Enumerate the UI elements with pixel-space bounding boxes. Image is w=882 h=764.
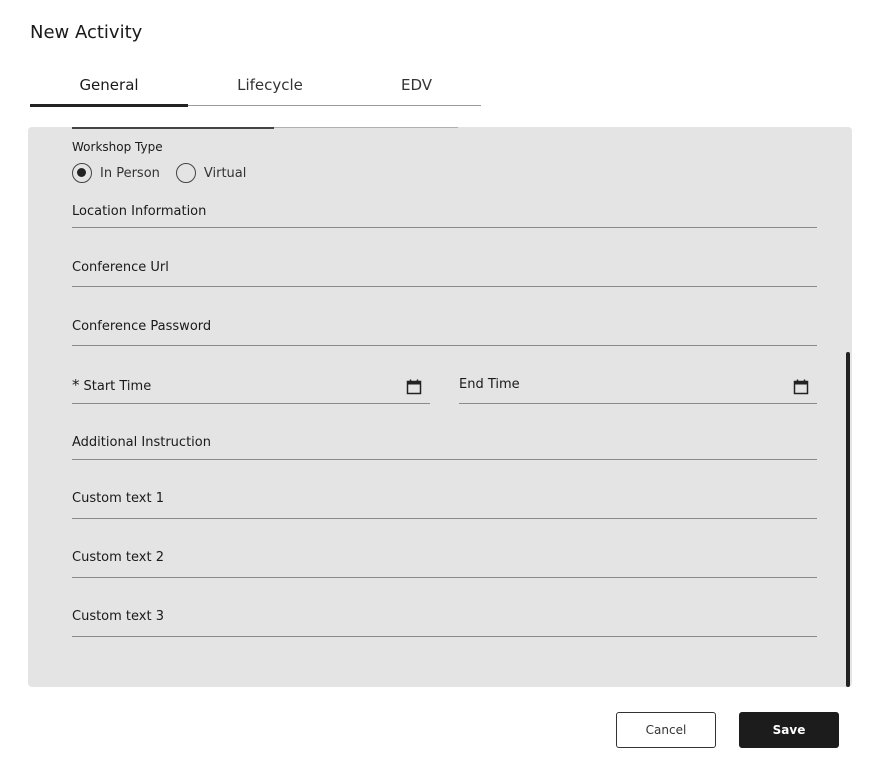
- custom-text-1-field[interactable]: Custom text 1: [72, 486, 817, 519]
- save-button[interactable]: Save: [739, 712, 839, 748]
- start-time-field[interactable]: * Start Time: [72, 372, 430, 404]
- conference-password-field[interactable]: Conference Password: [72, 313, 817, 346]
- tab-bar: General Lifecycle EDV: [30, 70, 481, 107]
- tab-lifecycle[interactable]: Lifecycle: [188, 70, 352, 105]
- end-time-field[interactable]: End Time: [459, 372, 817, 404]
- panel-scrollbar[interactable]: [846, 352, 850, 687]
- workshop-type-label: Workshop Type: [72, 140, 163, 154]
- start-time-placeholder: * Start Time: [72, 376, 151, 394]
- dialog-title: New Activity: [30, 22, 143, 43]
- start-time-label: Start Time: [83, 379, 152, 394]
- location-information-placeholder: Location Information: [72, 204, 207, 219]
- required-asterisk: *: [72, 376, 80, 394]
- additional-instruction-placeholder: Additional Instruction: [72, 435, 211, 450]
- conference-url-field[interactable]: Conference Url: [72, 254, 817, 287]
- radio-virtual[interactable]: Virtual: [175, 163, 247, 183]
- conference-password-placeholder: Conference Password: [72, 319, 212, 334]
- radio-unchecked-icon: [175, 163, 196, 183]
- custom-text-2-field[interactable]: Custom text 2: [72, 545, 817, 578]
- custom-text-3-field[interactable]: Custom text 3: [72, 604, 817, 637]
- end-time-placeholder: End Time: [459, 377, 520, 392]
- scrolled-field-underline-active: [72, 127, 274, 129]
- custom-text-3-placeholder: Custom text 3: [72, 609, 164, 624]
- custom-text-2-placeholder: Custom text 2: [72, 550, 164, 565]
- radio-in-person[interactable]: In Person: [72, 163, 160, 183]
- calendar-icon[interactable]: [406, 379, 422, 395]
- tab-general[interactable]: General: [30, 70, 188, 107]
- radio-in-person-label: In Person: [100, 165, 160, 181]
- conference-url-placeholder: Conference Url: [72, 260, 169, 275]
- additional-instruction-field[interactable]: Additional Instruction: [72, 430, 817, 460]
- tab-edv[interactable]: EDV: [352, 70, 481, 105]
- location-information-field[interactable]: Location Information: [72, 198, 817, 228]
- custom-text-1-placeholder: Custom text 1: [72, 491, 164, 506]
- cancel-button[interactable]: Cancel: [616, 712, 716, 748]
- calendar-icon[interactable]: [793, 379, 809, 395]
- workshop-type-radio-group: In Person Virtual: [72, 163, 262, 183]
- radio-checked-icon: [72, 163, 92, 183]
- radio-virtual-label: Virtual: [203, 165, 247, 181]
